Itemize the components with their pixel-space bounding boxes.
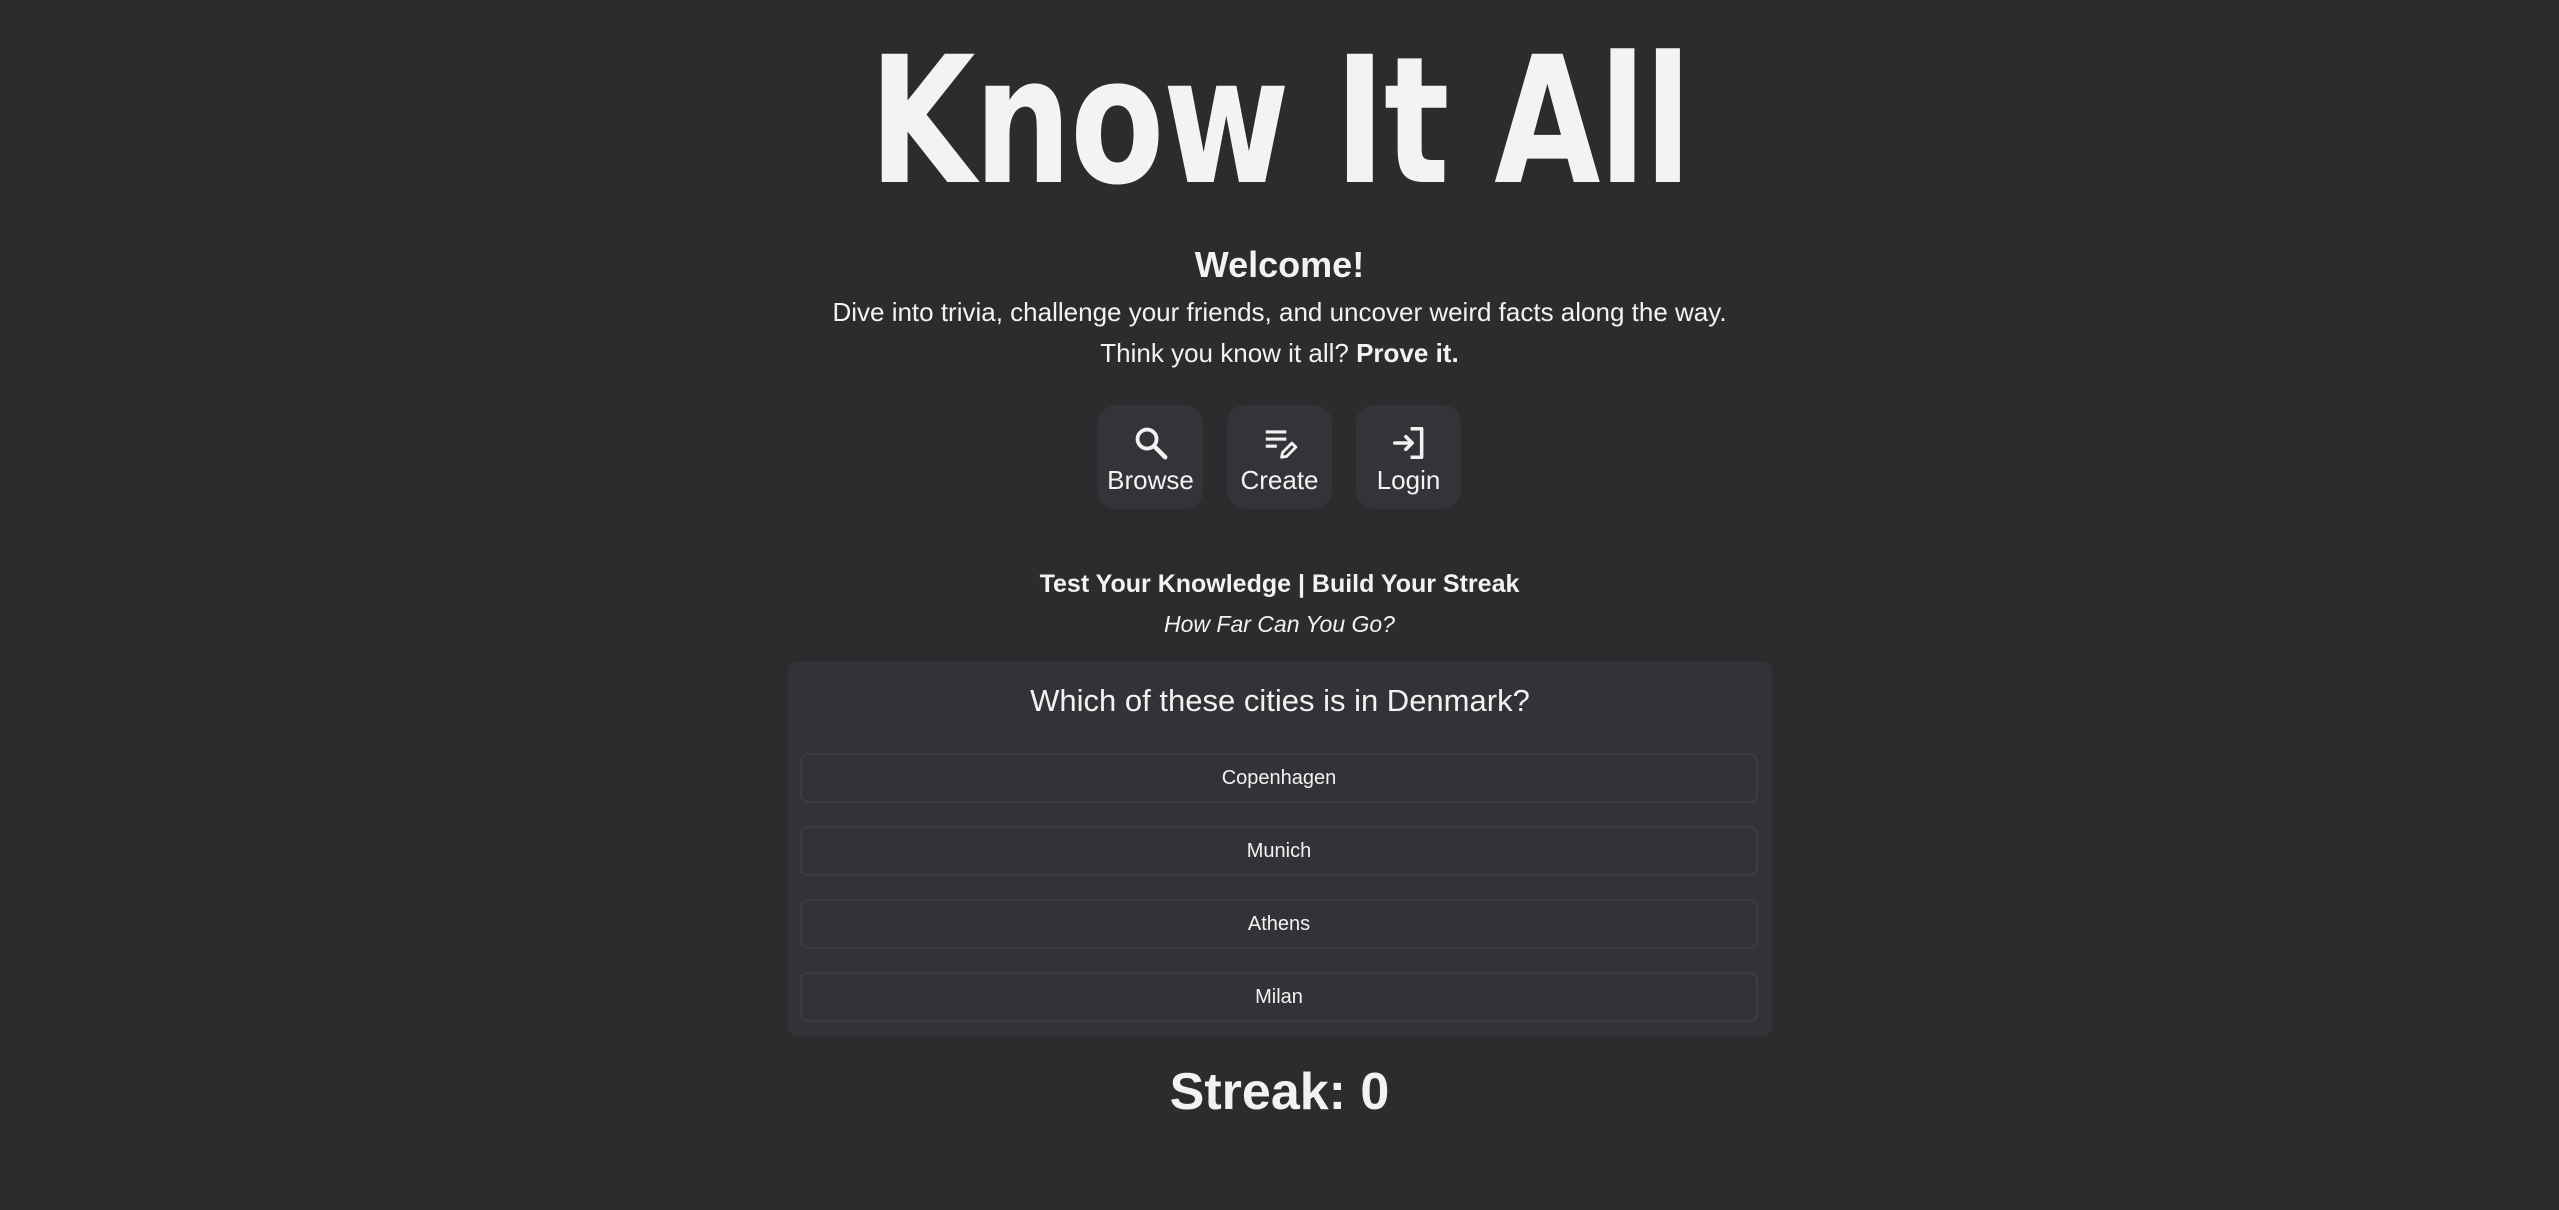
answer-option[interactable]: Copenhagen bbox=[800, 753, 1758, 803]
prove-emphasis: Prove it. bbox=[1356, 338, 1459, 368]
browse-button[interactable]: Browse bbox=[1098, 405, 1203, 509]
answer-option[interactable]: Milan bbox=[800, 972, 1758, 1022]
welcome-heading: Welcome! bbox=[1194, 244, 1365, 285]
quiz-question: Which of these cities is in Denmark? bbox=[1030, 683, 1530, 718]
app-logo: Know It All bbox=[869, 19, 1691, 224]
quiz-card: Which of these cities is in Denmark? Cop… bbox=[788, 661, 1772, 1036]
login-button[interactable]: Login bbox=[1356, 405, 1461, 509]
browse-label: Browse bbox=[1107, 465, 1194, 495]
create-label: Create bbox=[1240, 465, 1319, 495]
action-buttons: Browse Create Login bbox=[0, 405, 2559, 509]
tagline-text: Dive into trivia, challenge your friends… bbox=[832, 297, 1727, 327]
quiz-subheading: How Far Can You Go? bbox=[1164, 611, 1395, 637]
answer-option[interactable]: Athens bbox=[800, 899, 1758, 949]
prove-prefix: Think you know it all? bbox=[1100, 338, 1349, 368]
login-label: Login bbox=[1376, 465, 1441, 495]
login-icon bbox=[1392, 427, 1423, 459]
edit-list-icon bbox=[1265, 430, 1297, 459]
prove-it-line: Think you know it all? Prove it. bbox=[0, 333, 2559, 373]
quiz-heading: Test Your Knowledge | Build Your Streak bbox=[1039, 570, 1520, 598]
streak-counter: Streak: 0 bbox=[1169, 1063, 1390, 1121]
answer-option[interactable]: Munich bbox=[800, 826, 1758, 876]
home-page: Know It All Welcome! Dive into trivia, c… bbox=[0, 0, 2559, 1210]
search-icon bbox=[1135, 427, 1167, 460]
create-button[interactable]: Create bbox=[1227, 405, 1332, 509]
